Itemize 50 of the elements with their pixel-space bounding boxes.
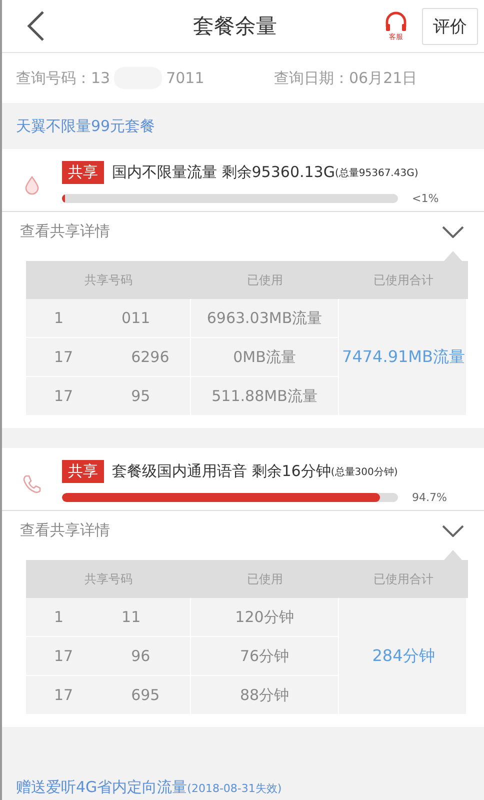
bonus-name: 赠送爱听4G省内定向流量: [16, 778, 188, 796]
droplet-icon: [24, 175, 40, 195]
number-prefix: 17: [54, 647, 74, 665]
table-cell: 511.88MB流量: [191, 377, 339, 416]
review-button[interactable]: 评价: [422, 8, 478, 44]
number-prefix: 17: [54, 686, 74, 704]
usage-percent: <1%: [412, 192, 439, 205]
page-title: 套餐余量: [192, 13, 278, 40]
number-prefix: 1: [54, 608, 64, 626]
headset-icon: [384, 11, 408, 33]
usage-name: 国内不限量流量 剩余95360.13G: [112, 163, 335, 182]
phone-icon: [22, 474, 42, 494]
shared-tag: 共享: [62, 460, 104, 483]
bonus-expiry: (2018-08-31失效): [187, 782, 282, 795]
plan-title: 天翼不限量99元套餐: [16, 116, 156, 136]
table-cell: 76分钟: [191, 637, 339, 676]
number-prefix: 17: [54, 348, 74, 366]
query-date: 06月21日: [349, 68, 418, 88]
column-header: 共享号码: [26, 261, 191, 299]
number-suffix: 7011: [166, 69, 204, 87]
number-suffix: 695: [131, 686, 160, 704]
date-label: 查询日期：: [274, 68, 349, 88]
number-prefix: 17: [54, 387, 74, 405]
number-suffix: 11: [122, 608, 141, 626]
total-cell: 7474.91MB流量: [339, 299, 468, 416]
details-label: 查看共享详情: [20, 222, 110, 241]
column-header: 已使用合计: [339, 560, 468, 598]
number-suffix: 6296: [131, 348, 170, 366]
usage-percent: 94.7%: [412, 491, 447, 504]
details-label: 查看共享详情: [20, 521, 110, 540]
usage-total: (总量95367.43G): [334, 166, 418, 180]
total-cell: 284分钟: [339, 598, 468, 715]
back-icon[interactable]: [26, 10, 46, 42]
table-cell: 0MB流量: [191, 338, 339, 377]
number-label: 查询号码：: [16, 68, 91, 88]
column-header: 已使用: [191, 560, 339, 598]
column-header: 共享号码: [26, 560, 191, 598]
number-prefix: 13: [91, 69, 110, 87]
table-cell: 120分钟: [191, 598, 339, 637]
column-header: 已使用合计: [339, 261, 468, 299]
shared-tag: 共享: [62, 161, 104, 184]
column-header: 已使用: [191, 261, 339, 299]
number-suffix: 95: [131, 387, 150, 405]
usage-total: (总量300分钟): [330, 466, 398, 478]
table-cell: 6963.03MB流量: [191, 299, 339, 338]
usage-name: 套餐级国内通用语音 剩余16分钟: [112, 462, 331, 481]
number-prefix: 1: [54, 309, 64, 327]
table-cell: 88分钟: [191, 676, 339, 715]
number-suffix: 96: [131, 647, 150, 665]
number-suffix: 011: [122, 309, 150, 327]
